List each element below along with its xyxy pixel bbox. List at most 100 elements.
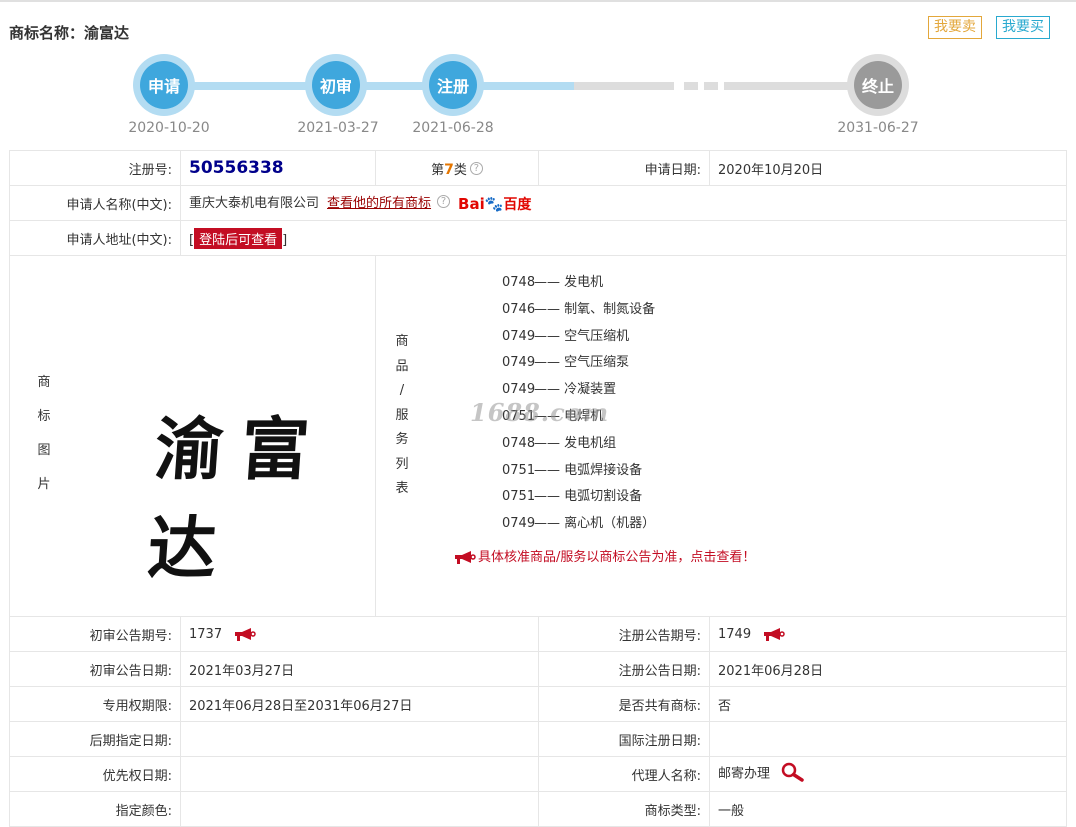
trademark-image-cell: 商 标 图 片 渝富达 bbox=[9, 255, 376, 617]
goods-separator: —— bbox=[534, 435, 560, 451]
table-row: 初审公告期号: 1737 注册公告期号: 1749 bbox=[9, 616, 1067, 652]
vertical-label-char: 标 bbox=[37, 409, 51, 424]
goods-name: 空气压缩泵 bbox=[564, 355, 630, 371]
reg-notice-date-value: 2021年06月28日 bbox=[709, 651, 1067, 687]
trademark-info-table: 注册号: 50556338 第7类? 申请日期: 2020年10月20日 申请人… bbox=[9, 150, 1067, 827]
buy-button[interactable]: 我要买 bbox=[996, 16, 1050, 39]
reg-notice-no-value: 1749 bbox=[718, 626, 752, 642]
prelim-no-label: 初审公告期号: bbox=[9, 616, 181, 652]
goods-separator: —— bbox=[534, 328, 560, 344]
exclusive-period-value: 2021年06月28日至2031年06月27日 bbox=[180, 686, 539, 722]
timeline-progress-bar bbox=[164, 82, 574, 90]
color-label: 指定颜色: bbox=[9, 791, 181, 827]
goods-notice-text: 具体核准商品/服务以商标公告为准，点击查看！ bbox=[478, 549, 756, 565]
table-row: 申请人名称(中文): 重庆大泰机电有限公司 查看他的所有商标? Bai🐾百度 bbox=[9, 185, 1067, 221]
apply-date-label: 申请日期: bbox=[538, 150, 710, 186]
goods-separator: —— bbox=[534, 301, 560, 317]
agent-value: 邮寄办理 bbox=[718, 766, 771, 782]
timeline-step-label: 注册 bbox=[429, 61, 477, 109]
timeline-step-register: 注册 bbox=[422, 54, 484, 116]
timeline-date: 2031-06-27 bbox=[837, 120, 919, 136]
table-row: 指定颜色: 商标类型: 一般 bbox=[9, 791, 1067, 827]
timeline-date: 2020-10-20 bbox=[128, 120, 210, 136]
megaphone-icon[interactable] bbox=[763, 627, 785, 641]
vertical-label-char: 图 bbox=[37, 443, 51, 458]
search-icon[interactable] bbox=[780, 762, 806, 786]
trademark-title-value: 渝富达 bbox=[84, 24, 130, 42]
color-value bbox=[180, 791, 539, 827]
timeline-date: 2021-03-27 bbox=[297, 120, 379, 136]
later-date-label: 后期指定日期: bbox=[9, 721, 181, 757]
goods-code: 0749 bbox=[502, 355, 536, 371]
timeline-step-label: 申请 bbox=[140, 61, 188, 109]
prelim-date-value: 2021年03月27日 bbox=[180, 651, 539, 687]
goods-code: 0751 bbox=[502, 408, 536, 424]
vertical-label-char: 商 bbox=[37, 375, 51, 390]
timeline-remaining-bar bbox=[574, 82, 674, 90]
goods-separator: —— bbox=[534, 462, 560, 478]
goods-services-cell: 商 品 / 服 务 列 表 0748—— 发电机 0746—— 制氧、制氮设备 … bbox=[375, 255, 1067, 617]
table-row: 注册号: 50556338 第7类? 申请日期: 2020年10月20日 bbox=[9, 150, 1067, 186]
class-number: 7 bbox=[444, 161, 454, 178]
goods-code: 0749 bbox=[502, 382, 536, 398]
goods-name: 冷凝装置 bbox=[564, 382, 617, 398]
goods-code: 0749 bbox=[502, 328, 536, 344]
goods-name: 发电机组 bbox=[564, 435, 617, 451]
view-all-trademarks-link[interactable]: 查看他的所有商标 bbox=[327, 196, 431, 211]
intl-date-value bbox=[709, 721, 1067, 757]
prelim-date-label: 初审公告日期: bbox=[9, 651, 181, 687]
class-prefix: 第 bbox=[431, 162, 445, 178]
sell-button[interactable]: 我要卖 bbox=[928, 16, 982, 39]
goods-name: 电焊机 bbox=[564, 408, 604, 424]
goods-name: 发电机 bbox=[564, 275, 604, 290]
timeline-step-label: 终止 bbox=[854, 61, 902, 109]
megaphone-icon[interactable] bbox=[234, 627, 256, 641]
list-item: 0749—— 离心机（机器） bbox=[502, 511, 886, 538]
timeline-step-expire: 终止 bbox=[847, 54, 909, 116]
goods-separator: —— bbox=[534, 408, 560, 424]
goods-name: 空气压缩机 bbox=[564, 328, 630, 344]
intl-date-label: 国际注册日期: bbox=[538, 721, 710, 757]
table-row: 商 标 图 片 渝富达 商 品 / 服 务 列 表 0748—— 发电机 074… bbox=[9, 255, 1067, 617]
help-icon[interactable]: ? bbox=[469, 161, 483, 175]
list-item: 0751—— 电焊机 bbox=[502, 404, 886, 431]
baidu-search-icon[interactable]: Bai🐾百度 bbox=[458, 194, 531, 214]
type-label: 商标类型: bbox=[538, 791, 710, 827]
applicant-label: 申请人名称(中文): bbox=[9, 185, 181, 221]
class-suffix: 类 bbox=[453, 162, 467, 178]
goods-code: 0751 bbox=[502, 489, 536, 505]
reg-notice-no-label: 注册公告期号: bbox=[538, 616, 710, 652]
apply-date-value: 2020年10月20日 bbox=[709, 150, 1067, 186]
reg-no-label: 注册号: bbox=[9, 150, 181, 186]
timeline-gap-dash bbox=[684, 82, 698, 90]
help-icon[interactable]: ? bbox=[437, 195, 451, 209]
shared-label: 是否共有商标: bbox=[538, 686, 710, 722]
table-row: 初审公告日期: 2021年03月27日 注册公告日期: 2021年06月28日 bbox=[9, 651, 1067, 687]
login-to-view-button[interactable]: 登陆后可查看 bbox=[194, 227, 283, 249]
timeline-step-apply: 申请 bbox=[133, 54, 195, 116]
address-label: 申请人地址(中文): bbox=[9, 220, 181, 256]
priority-date-value bbox=[180, 756, 539, 792]
reg-no-cell: 50556338 bbox=[180, 150, 376, 186]
type-value: 一般 bbox=[709, 791, 1067, 827]
applicant-cell: 重庆大泰机电有限公司 查看他的所有商标? Bai🐾百度 bbox=[180, 185, 1067, 221]
applicant-value: 重庆大泰机电有限公司 bbox=[189, 196, 320, 212]
table-row: 申请人地址(中文): [登陆后可查看] bbox=[9, 220, 1067, 256]
list-item: 0751—— 电弧焊接设备 bbox=[502, 458, 886, 485]
trademark-title: 商标名称：渝富达 bbox=[9, 22, 129, 43]
trademark-image: 渝富达 bbox=[145, 410, 330, 589]
timeline-date: 2021-06-28 bbox=[412, 120, 494, 136]
class-cell: 第7类? bbox=[375, 150, 539, 186]
timeline-step-prelim: 初审 bbox=[305, 54, 367, 116]
later-date-value bbox=[180, 721, 539, 757]
bracket-right: ] bbox=[282, 232, 288, 248]
goods-code: 0746 bbox=[502, 301, 536, 317]
megaphone-icon bbox=[454, 550, 476, 565]
goods-separator: —— bbox=[534, 275, 560, 290]
goods-code: 0749 bbox=[502, 516, 536, 532]
goods-notice-link[interactable]: 具体核准商品/服务以商标公告为准，点击查看！ bbox=[386, 546, 886, 565]
timeline-gap-dash bbox=[704, 82, 718, 90]
table-row: 专用权期限: 2021年06月28日至2031年06月27日 是否共有商标: 否 bbox=[9, 686, 1067, 722]
agent-label: 代理人名称: bbox=[538, 756, 710, 792]
trademark-image-label: 商 标 图 片 bbox=[34, 366, 54, 502]
